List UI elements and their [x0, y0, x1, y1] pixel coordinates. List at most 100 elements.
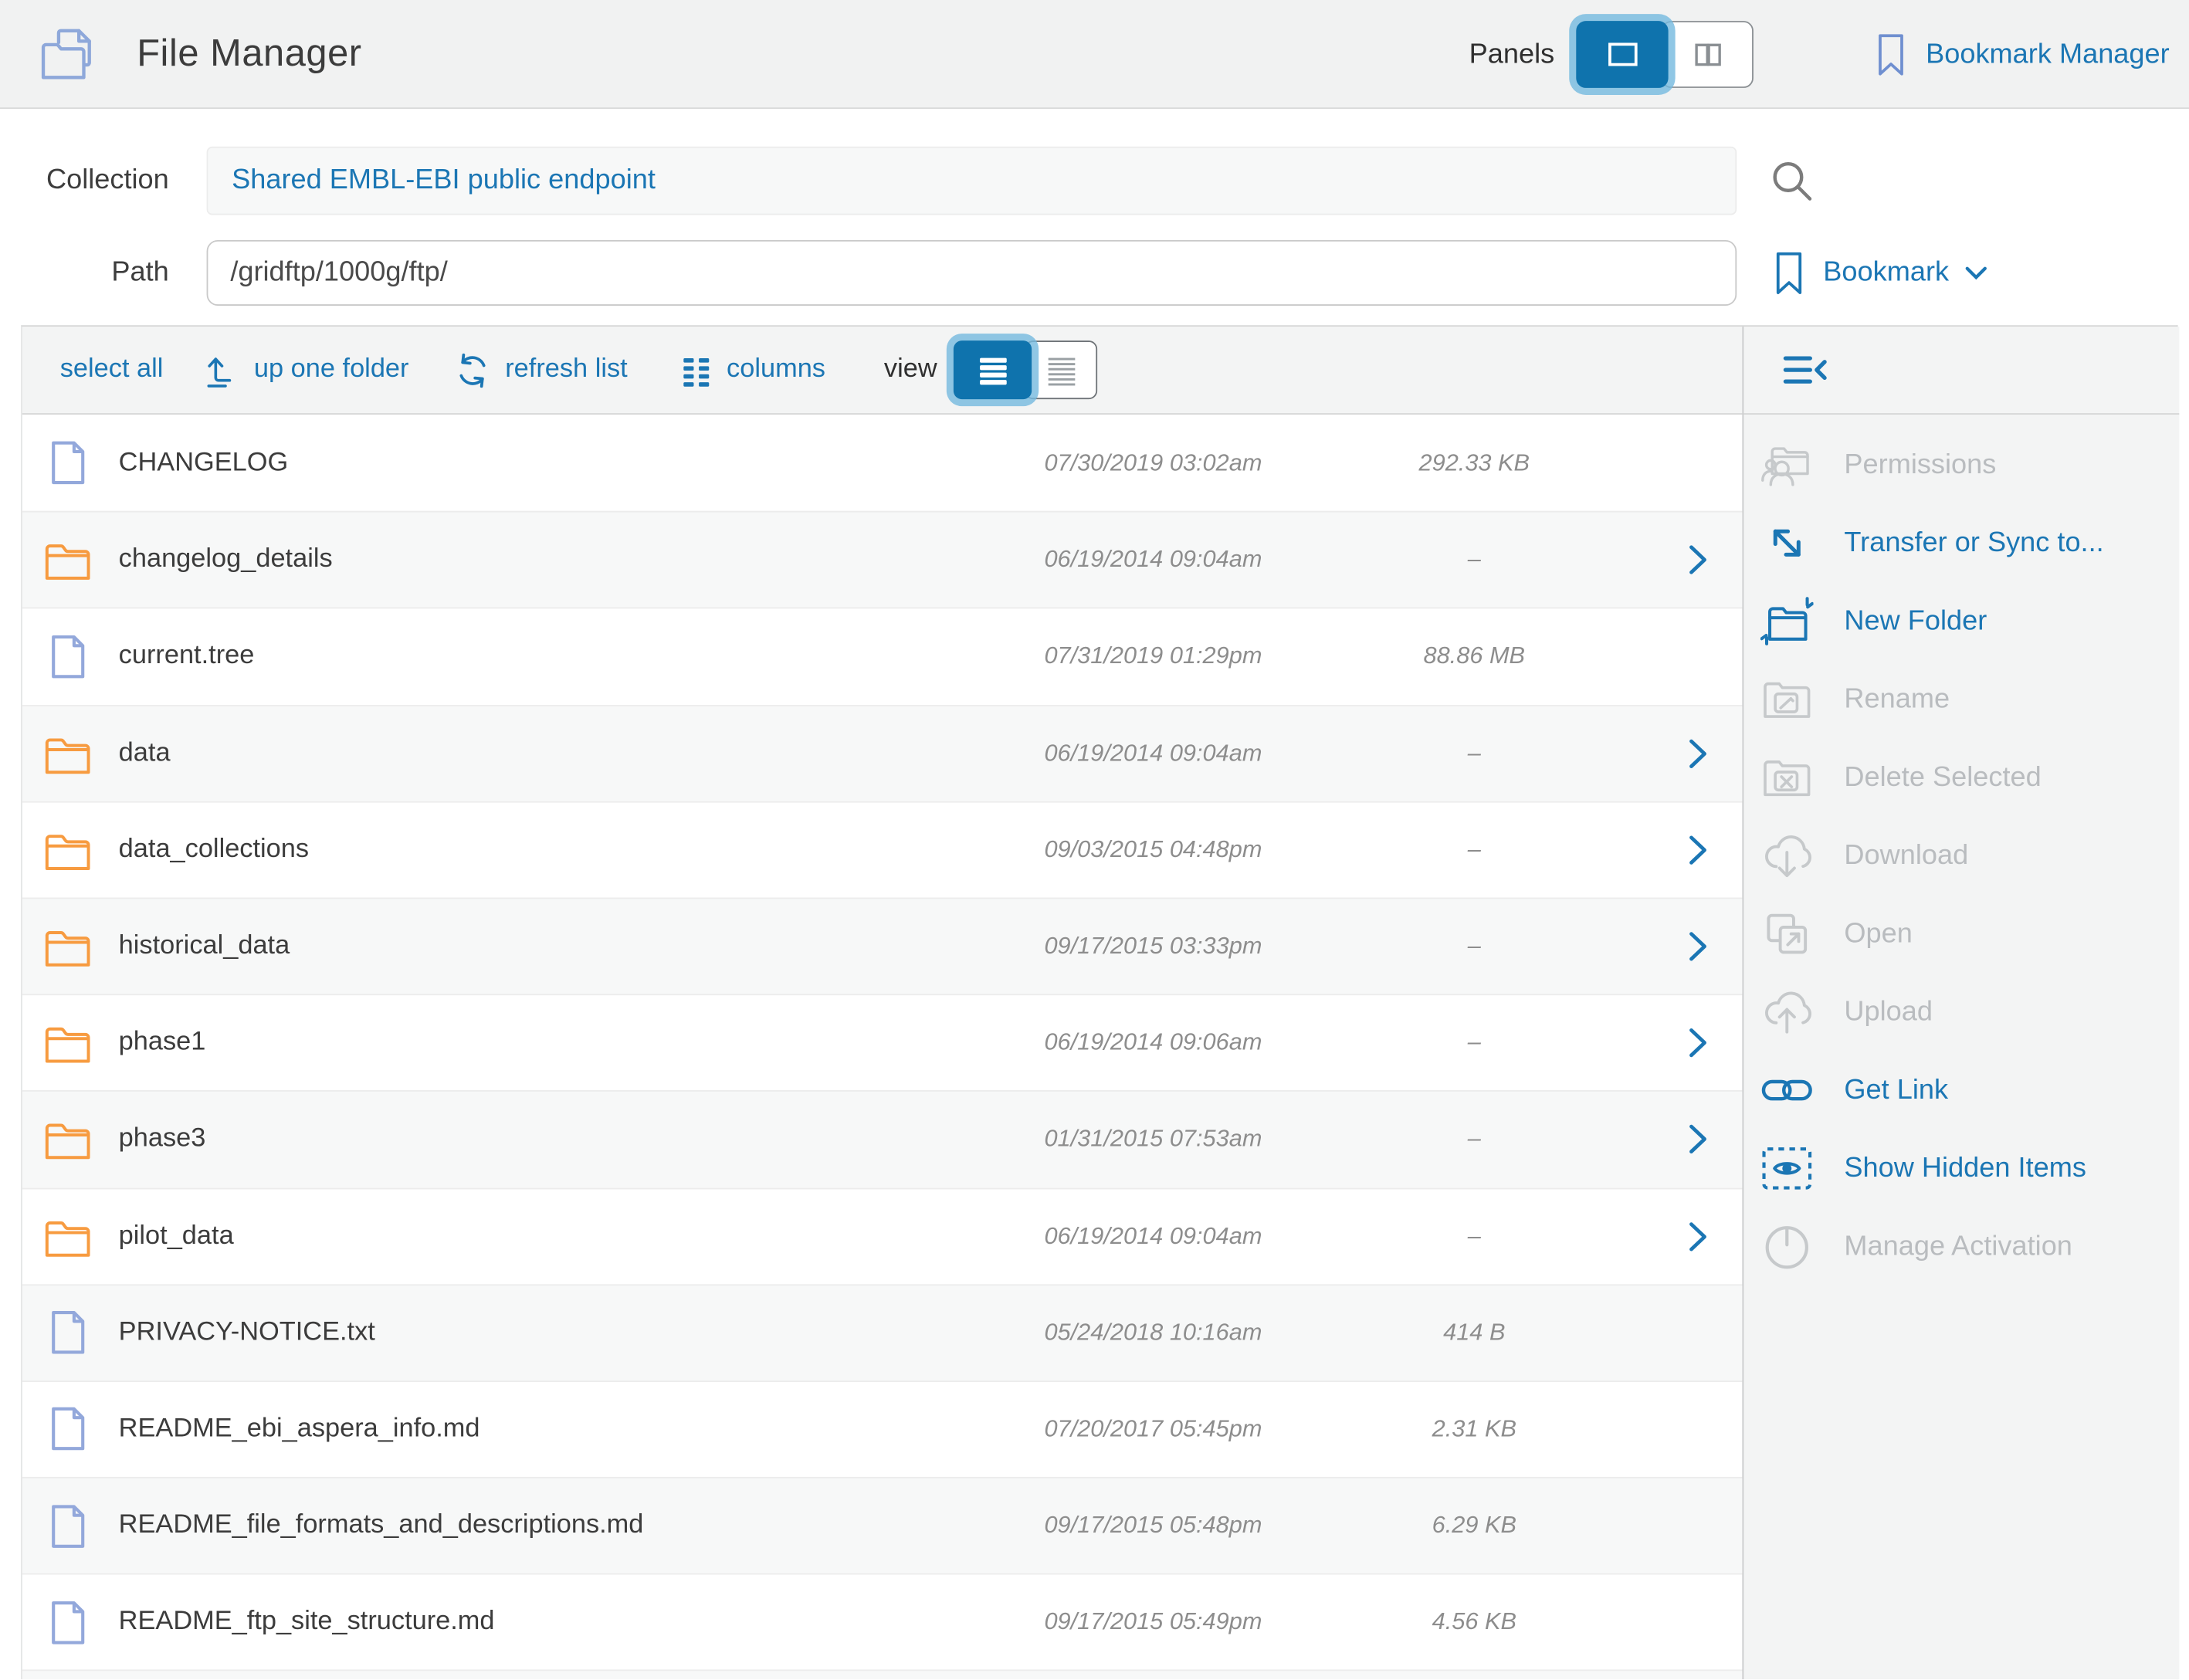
- sidebar-item-show-hidden-items[interactable]: Show Hidden Items: [1743, 1130, 2179, 1208]
- folder-row[interactable]: data_collections 09/03/2015 04:48pm –: [22, 801, 1743, 897]
- file-row[interactable]: README_file_formats_and_descriptions.md …: [22, 1477, 1743, 1573]
- file-size: –: [1356, 836, 1593, 864]
- sidebar-item-label: Open: [1844, 918, 1912, 950]
- file-date: 09/03/2015 04:48pm: [985, 836, 1320, 864]
- sidebar-item-permissions[interactable]: Permissions: [1743, 425, 2179, 503]
- sidebar-item-delete-selected[interactable]: Delete Selected: [1743, 738, 2179, 816]
- file-size: 6.29 KB: [1356, 1512, 1593, 1539]
- folder-row[interactable]: data 06/19/2014 09:04am –: [22, 704, 1743, 801]
- search-icon[interactable]: [1771, 159, 1814, 202]
- chevron-right-icon[interactable]: [1688, 545, 1709, 576]
- chevron-right-icon[interactable]: [1688, 1221, 1709, 1252]
- chevron-right-icon[interactable]: [1688, 1124, 1709, 1155]
- sidebar-item-upload[interactable]: Upload: [1743, 973, 2179, 1051]
- file-date: 07/31/2019 01:29pm: [985, 643, 1320, 671]
- app-header: File Manager Panels Bookmark Manager: [0, 0, 2189, 109]
- folder-row[interactable]: phase1 06/19/2014 09:06am –: [22, 994, 1743, 1091]
- bookmark-manager-link[interactable]: Bookmark Manager: [1877, 32, 2170, 76]
- file-icon: [49, 634, 84, 680]
- sidebar-item-rename[interactable]: Rename: [1743, 660, 2179, 738]
- dual-panel-icon: [1689, 40, 1727, 69]
- permissions-icon: [1760, 440, 1814, 490]
- file-date: 05/24/2018 10:16am: [985, 1319, 1320, 1346]
- folder-row[interactable]: pilot_data 06/19/2014 09:04am –: [22, 1187, 1743, 1284]
- delete-icon: [1760, 753, 1814, 803]
- sidebar-item-get-link[interactable]: Get Link: [1743, 1051, 2179, 1129]
- file-date: 06/19/2014 09:04am: [985, 740, 1320, 767]
- upload-icon: [1760, 987, 1814, 1037]
- file-icon: [49, 1407, 84, 1453]
- file-icon: [49, 1503, 84, 1550]
- collapse-sidebar-icon[interactable]: [1781, 351, 1830, 389]
- file-date: 06/19/2014 09:06am: [985, 1029, 1320, 1057]
- file-row[interactable]: current.tree 07/31/2019 01:29pm 88.86 MB: [22, 608, 1743, 704]
- sidebar-item-label: Show Hidden Items: [1844, 1153, 2086, 1185]
- sidebar-item-open[interactable]: Open: [1743, 895, 2179, 973]
- bookmark-manager-label: Bookmark Manager: [1926, 39, 2170, 71]
- rename-icon: [1760, 674, 1814, 724]
- collection-input[interactable]: Shared EMBL-EBI public endpoint: [207, 147, 1737, 215]
- file-name: README_file_formats_and_descriptions.md: [119, 1511, 644, 1542]
- partial-next-row: [22, 1670, 1743, 1679]
- up-one-folder-button[interactable]: up one folder: [204, 352, 409, 388]
- chevron-right-icon[interactable]: [1688, 738, 1709, 769]
- file-date: 07/30/2019 03:02am: [985, 449, 1320, 476]
- select-all-button[interactable]: select all: [60, 354, 164, 385]
- folder-row[interactable]: changelog_details 06/19/2014 09:04am –: [22, 511, 1743, 608]
- folder-row[interactable]: historical_data 09/17/2015 03:33pm –: [22, 897, 1743, 994]
- refresh-list-button[interactable]: refresh list: [452, 351, 628, 389]
- show-hidden-icon: [1760, 1143, 1814, 1194]
- up-one-folder-icon: [204, 352, 242, 388]
- chevron-right-icon[interactable]: [1688, 1028, 1709, 1058]
- columns-icon: [679, 353, 714, 388]
- manage-activation-icon: [1760, 1221, 1814, 1272]
- folder-row[interactable]: phase3 01/31/2015 07:53am –: [22, 1091, 1743, 1187]
- collection-value[interactable]: Shared EMBL-EBI public endpoint: [232, 164, 656, 197]
- file-size: 88.86 MB: [1356, 643, 1593, 671]
- file-name: phase1: [119, 1028, 206, 1058]
- transfer-icon: [1760, 518, 1814, 568]
- file-list: CHANGELOG 07/30/2019 03:02am 292.33 KB c…: [22, 415, 1743, 1679]
- download-icon: [1760, 831, 1814, 881]
- path-input[interactable]: [207, 240, 1737, 306]
- bookmark-dropdown[interactable]: Bookmark: [1774, 251, 1988, 296]
- file-list-pane: select all up one folder refresh list co…: [22, 327, 1743, 1679]
- list-view-button[interactable]: [954, 340, 1032, 399]
- chevron-right-icon[interactable]: [1688, 931, 1709, 962]
- file-size: –: [1356, 933, 1593, 960]
- columns-button[interactable]: columns: [679, 353, 825, 388]
- file-size: –: [1356, 1126, 1593, 1153]
- sidebar-item-label: Transfer or Sync to...: [1844, 527, 2103, 560]
- condensed-view-button[interactable]: [1025, 340, 1098, 399]
- file-row[interactable]: PRIVACY-NOTICE.txt 05/24/2018 10:16am 41…: [22, 1284, 1743, 1380]
- file-name: CHANGELOG: [119, 448, 289, 479]
- file-size: 4.56 KB: [1356, 1608, 1593, 1636]
- file-size: –: [1356, 740, 1593, 767]
- file-row[interactable]: README_ftp_site_structure.md 09/17/2015 …: [22, 1573, 1743, 1670]
- sidebar-item-transfer-or-sync-to[interactable]: Transfer or Sync to...: [1743, 504, 2179, 582]
- file-name: changelog_details: [119, 545, 333, 576]
- file-row[interactable]: README_ebi_aspera_info.md 07/20/2017 05:…: [22, 1380, 1743, 1477]
- file-icon: [49, 1600, 84, 1646]
- file-row[interactable]: CHANGELOG 07/30/2019 03:02am 292.33 KB: [22, 415, 1743, 511]
- file-date: 07/20/2017 05:45pm: [985, 1415, 1320, 1443]
- folder-icon: [44, 829, 90, 871]
- sidebar-item-label: Manage Activation: [1844, 1231, 2072, 1263]
- action-menu: Permissions Transfer or Sync to... New F…: [1743, 415, 2179, 1285]
- dual-panel-button[interactable]: [1662, 21, 1754, 88]
- sidebar-item-label: Permissions: [1844, 449, 1996, 481]
- file-icon: [49, 1309, 84, 1356]
- sidebar-header: [1743, 327, 2179, 415]
- sidebar-item-manage-activation[interactable]: Manage Activation: [1743, 1208, 2179, 1285]
- file-size: –: [1356, 546, 1593, 574]
- sidebar-item-download[interactable]: Download: [1743, 817, 2179, 895]
- panels-label: Panels: [1469, 39, 1555, 71]
- bookmark-dropdown-label: Bookmark: [1823, 257, 1949, 290]
- sidebar-item-label: Download: [1844, 840, 1968, 872]
- chevron-right-icon[interactable]: [1688, 835, 1709, 865]
- single-panel-button[interactable]: [1577, 21, 1669, 88]
- file-date: 09/17/2015 05:48pm: [985, 1512, 1320, 1539]
- list-view-icon: [977, 354, 1009, 386]
- folder-icon: [44, 1119, 90, 1160]
- sidebar-item-new-folder[interactable]: New Folder: [1743, 582, 2179, 660]
